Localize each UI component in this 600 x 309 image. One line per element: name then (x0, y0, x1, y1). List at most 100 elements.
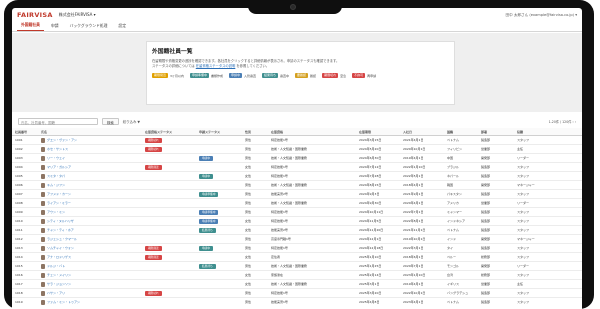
column-header[interactable]: 役職 (514, 130, 582, 134)
column-header[interactable]: 在留期限 (356, 130, 400, 134)
column-header[interactable]: 部署 (478, 130, 514, 134)
table-row[interactable]: 1009 アウン・ミン 申請準備中 男性 特定技能1号 2024年10月11日 2022年7… (12, 208, 582, 217)
employee-name-cell[interactable]: ラジェシュ・クマール (38, 236, 142, 242)
screen-bottom-edge (12, 305, 582, 309)
employee-name-cell[interactable]: ホセ・サントス (38, 146, 142, 152)
employee-name-cell[interactable]: ファム・ミン・トゥアン (38, 299, 142, 305)
column-header[interactable]: 氏名 (38, 130, 142, 134)
pagination[interactable]: 1-20件 / 120件 ‹ › (549, 119, 576, 124)
table-row[interactable]: 1016 チェン・メイリン 女性 家族滞在 2025年2月14日 2023年1月10日 台湾… (12, 271, 582, 280)
search-input[interactable]: 氏名、社員番号、国籍 (18, 117, 98, 125)
employee-name-cell[interactable]: アウン・ミン (38, 209, 142, 215)
column-header[interactable]: 社員番号 (12, 130, 38, 134)
department: 製造部 (481, 165, 491, 169)
status-legend: 期限間近 3ヶ月以内 申請準備中 書類作成 申請中 入管審査 結果待ち 審査中 要確認 確認 期限切… (152, 73, 392, 79)
visa-status-cell: 期限切れ (142, 146, 196, 152)
join-date: 2020年10月1日 (403, 147, 426, 151)
employee-name[interactable]: ドルジ・バト (47, 264, 65, 268)
visa-expiry: 2024年9月3日 (359, 192, 380, 196)
legend-item: 不許可 再申請 (352, 73, 376, 79)
employee-name[interactable]: アナ・ロドリゲス (47, 255, 71, 259)
company-selector[interactable]: 株式会社FAIRVISA ▾ (59, 12, 96, 18)
application-status-cell: 申請準備中 (196, 191, 242, 197)
employee-name[interactable]: アウン・ミン (47, 210, 65, 214)
tab-applications[interactable]: 申請 (47, 23, 63, 31)
employee-name-cell[interactable]: グエン・ヴァン・アン (38, 137, 142, 143)
employee-name[interactable]: リー・ウェイ (47, 156, 65, 160)
column-header[interactable]: 在留資格ステータス (142, 130, 196, 134)
table-row[interactable]: 1003 リー・ウェイ 申請中 男性 技術・人文知識・国際業務 2024年6月30日 201… (12, 154, 582, 163)
tab-settings[interactable]: 設定 (114, 23, 130, 31)
role: 主任 (517, 147, 524, 151)
visa-type: 特定技能1号 (271, 165, 288, 169)
employee-name-cell[interactable]: マリア・ガルシア (38, 164, 142, 170)
employee-name[interactable]: キム・ジフン (47, 183, 65, 187)
employee-name[interactable]: ソムチャイ・ウォン (47, 246, 74, 250)
table-row[interactable]: 1001 グエン・ヴァン・アン 期限切れ 男性 特定技能1号 2024年3月15日 2021… (12, 136, 582, 145)
employee-name-cell[interactable]: アナ・ロドリゲス (38, 254, 142, 260)
app-logo[interactable]: FAIRVISA (17, 11, 53, 19)
employee-name-cell[interactable]: シティ・ヌルハリザ (38, 218, 142, 224)
employee-name-cell[interactable]: サラ・ジョンソン (38, 281, 142, 287)
employee-name-cell[interactable]: ハサン・アリ (38, 290, 142, 296)
table-row[interactable]: 1015 ドルジ・バト 結果待ち 男性 技術・人文知識・国際業務 2025年1月25日 20… (12, 262, 582, 271)
column-header[interactable]: 入社日 (400, 130, 444, 134)
status-help-link[interactable]: 在留資格ステータスの説明 (196, 64, 236, 68)
employee-name-cell[interactable]: キム・ジフン (38, 182, 142, 188)
employee-id: 1019 (15, 300, 23, 304)
employee-name[interactable]: ファム・ミン・トゥアン (47, 300, 80, 304)
table-row[interactable]: 1005 スミタ・タパ 申請中 女性 特定技能1号 2024年7月28日 2022年5月1日… (12, 172, 582, 181)
application-badge: 結果待ち (199, 227, 216, 233)
employee-name[interactable]: サラ・ジョンソン (47, 282, 71, 286)
nationality: ペルー (447, 255, 457, 259)
employee-name-cell[interactable]: ドルジ・バト (38, 263, 142, 269)
column-header[interactable]: 性別 (242, 130, 268, 134)
column-header[interactable]: 在留資格 (268, 130, 356, 134)
gender: 男性 (245, 300, 252, 304)
employee-name[interactable]: ラジェシュ・クマール (47, 237, 77, 241)
employee-name[interactable]: チェン・メイリン (47, 273, 71, 277)
table-row[interactable]: 1011 チャン・ティ・ホア 結果待ち 女性 技能実習2号 2024年11月20日 2021… (12, 226, 582, 235)
employee-name-cell[interactable]: チャン・ティ・ホア (38, 227, 142, 233)
employee-name[interactable]: ホセ・サントス (47, 147, 68, 151)
join-date: 2022年1月10日 (403, 165, 426, 169)
employee-name-cell[interactable]: リー・ウェイ (38, 155, 142, 161)
role: スタッフ (517, 273, 530, 277)
search-button[interactable]: 検索 (102, 117, 119, 125)
department: 総務部 (481, 255, 491, 259)
column-header[interactable]: 申請ステータス (196, 130, 242, 134)
table-row[interactable]: 1010 シティ・ヌルハリザ 申請準備中 女性 特定技能1号 2024年11月5日 2022… (12, 217, 582, 226)
table-row[interactable]: 1013 ソムチャイ・ウォン 期限間近 申請中 男性 特定技能1号 2024年12月18日 2… (12, 244, 582, 253)
employee-name-cell[interactable]: スミタ・タパ (38, 173, 142, 179)
employee-name-cell[interactable]: ライアン・ミラー (38, 200, 142, 206)
employee-name[interactable]: ライアン・ミラー (47, 201, 71, 205)
employee-name[interactable]: シティ・ヌルハリザ (47, 219, 74, 223)
employee-name[interactable]: スミタ・タパ (47, 174, 65, 178)
tab-employees[interactable]: 外国籍社員 (17, 22, 44, 31)
employee-name-cell[interactable]: チェン・メイリン (38, 272, 142, 278)
table-row[interactable]: 1007 アフメド・カーン 申請準備中 男性 技能実習2号 2024年9月3日 2021年9… (12, 190, 582, 199)
employee-name[interactable]: マリア・ガルシア (47, 165, 71, 169)
employee-name[interactable]: グエン・ヴァン・アン (47, 138, 77, 142)
employee-name[interactable]: アフメド・カーン (47, 192, 71, 196)
table-row[interactable]: 1006 キム・ジフン 男性 技術・人文知識・国際業務 2024年8月15日 2018年4… (12, 181, 582, 190)
tab-background-jobs[interactable]: バックグラウンド処理 (66, 23, 112, 31)
table-row[interactable]: 1017 サラ・ジョンソン 女性 技術・人文知識・国際業務 2025年3月1日 2019年… (12, 280, 582, 289)
table-row[interactable]: 1004 マリア・ガルシア 期限間近 女性 特定技能1号 2024年7月12日 2022年1… (12, 163, 582, 172)
nationality: インド (447, 237, 457, 241)
table-row[interactable]: 1002 ホセ・サントス 期限切れ 男性 技術・人文知識・国際業務 2024年5月20日 2… (12, 145, 582, 154)
employee-name[interactable]: ハサン・アリ (47, 291, 65, 295)
table-row[interactable]: 1012 ラジェシュ・クマール 男性 高度専門職1号 2024年12月1日 2019年10… (12, 235, 582, 244)
employee-id: 1016 (15, 273, 23, 277)
table-row[interactable]: 1018 ハサン・アリ 期限切れ 男性 特定技能1号 2025年3月20日 2022年10月… (12, 289, 582, 298)
department: 製造部 (481, 291, 491, 295)
employee-name[interactable]: チャン・ティ・ホア (47, 228, 74, 232)
visa-expiry: 2024年11月5日 (359, 219, 382, 223)
user-menu[interactable]: 田中 太郎さん (example@fairvisa.co.jp) ▾ (506, 13, 577, 18)
employee-name-cell[interactable]: ソムチャイ・ウォン (38, 245, 142, 251)
employee-name-cell[interactable]: アフメド・カーン (38, 191, 142, 197)
table-row[interactable]: 1008 ライアン・ミラー 男性 技術・人文知識・国際業務 2024年9月30日 2020… (12, 199, 582, 208)
table-row[interactable]: 1014 アナ・ロドリゲス 期限間近 女性 定住者 2025年1月10日 2018年6月1日… (12, 253, 582, 262)
filter-button[interactable]: 絞り込み ▼ (123, 119, 140, 124)
column-header[interactable]: 国籍 (444, 130, 478, 134)
